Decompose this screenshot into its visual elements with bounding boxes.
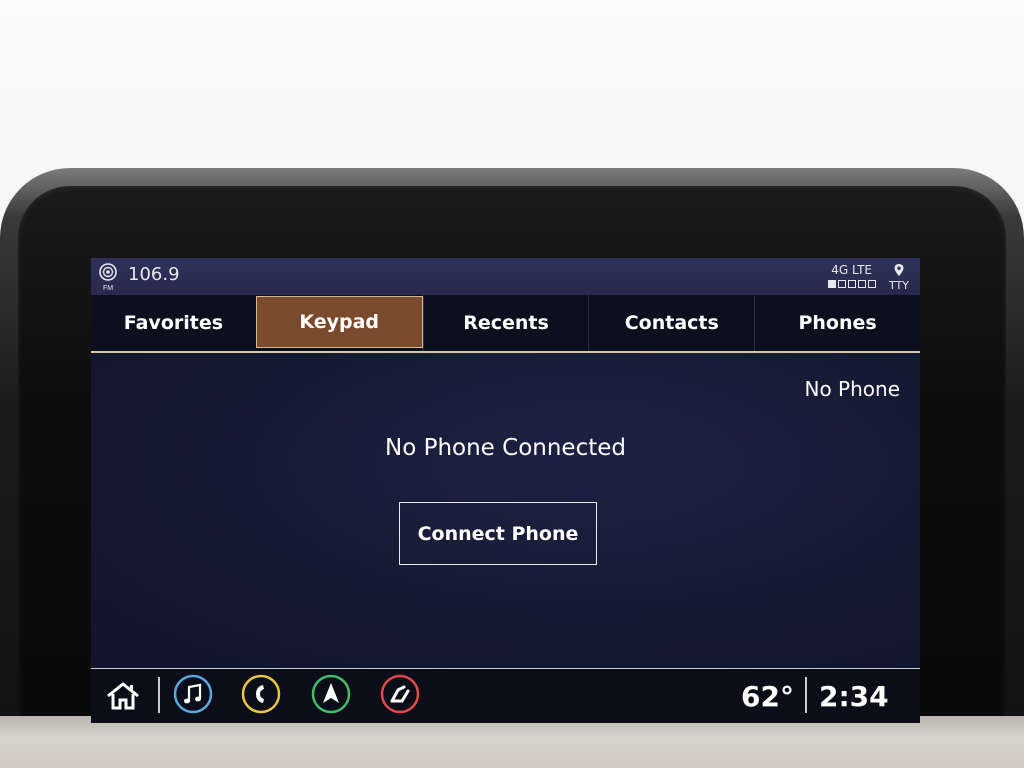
tab-favorites[interactable]: Favorites	[91, 295, 256, 351]
phone-status: No Phone	[804, 377, 900, 401]
tty-label: TTY	[889, 279, 909, 292]
phone-icon[interactable]	[241, 674, 281, 714]
radio-station-icon[interactable]: FM	[97, 262, 119, 292]
radio-frequency[interactable]: 106.9	[128, 264, 180, 285]
phone-tabs: Favorites Keypad Recents Contacts Phones	[91, 295, 920, 353]
tab-contacts[interactable]: Contacts	[588, 295, 754, 351]
navigation-icon[interactable]	[311, 674, 351, 714]
connect-phone-button[interactable]: Connect Phone	[399, 502, 597, 565]
no-phone-message: No Phone Connected	[385, 435, 626, 461]
status-bar: FM 106.9 4G LTE TTY	[91, 258, 920, 295]
signal-strength	[828, 280, 876, 288]
outside-temperature[interactable]: 62°	[741, 680, 794, 713]
network-type: 4G LTE	[831, 263, 872, 277]
location-pin-icon	[894, 264, 904, 276]
seat-settings-icon[interactable]	[380, 674, 420, 714]
dashboard-trim	[0, 716, 1024, 768]
signal-bar	[838, 280, 846, 288]
radio-band-label: FM	[103, 285, 113, 292]
music-icon[interactable]	[173, 674, 213, 714]
tab-recents[interactable]: Recents	[422, 295, 589, 351]
divider	[158, 677, 160, 713]
signal-bar	[828, 280, 836, 288]
tab-phones[interactable]: Phones	[754, 295, 920, 351]
clock[interactable]: 2:34	[819, 680, 889, 713]
infotainment-screen: FM 106.9 4G LTE TTY Favorites Keypad Rec…	[91, 258, 920, 723]
phone-content: No Phone No Phone Connected Connect Phon…	[91, 353, 920, 668]
signal-bar	[858, 280, 866, 288]
home-icon[interactable]	[105, 681, 141, 711]
signal-bar	[848, 280, 856, 288]
tab-keypad[interactable]: Keypad	[255, 296, 423, 348]
divider	[805, 677, 807, 713]
signal-bar	[868, 280, 876, 288]
bottom-app-bar: 62° 2:34	[91, 668, 920, 723]
